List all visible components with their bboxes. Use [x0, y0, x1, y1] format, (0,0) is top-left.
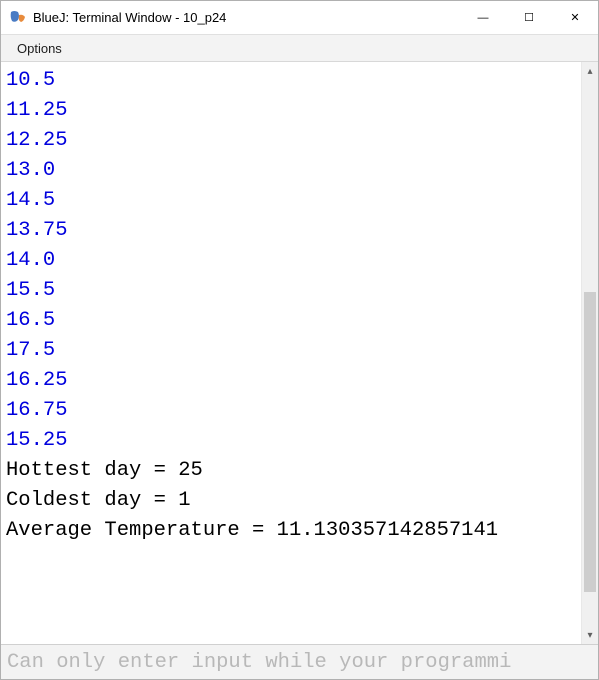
terminal-line: 16.5 — [6, 306, 576, 336]
close-icon: ✕ — [570, 11, 579, 24]
terminal-line: Hottest day = 25 — [6, 456, 576, 486]
vertical-scrollbar[interactable]: ▴ ▾ — [581, 62, 598, 644]
terminal-line: 13.75 — [6, 216, 576, 246]
close-button[interactable]: ✕ — [552, 1, 598, 34]
maximize-icon: ☐ — [524, 11, 534, 24]
terminal-line: Average Temperature = 11.130357142857141 — [6, 516, 576, 546]
scroll-thumb[interactable] — [584, 292, 596, 592]
terminal-area[interactable]: 10.511.2512.2513.014.513.7514.015.516.51… — [1, 62, 581, 644]
terminal-line: 16.25 — [6, 366, 576, 396]
scroll-up-arrow[interactable]: ▴ — [582, 62, 598, 80]
menu-options[interactable]: Options — [11, 39, 68, 58]
terminal-line: 10.5 — [6, 66, 576, 96]
statusbar: Can only enter input while your programm… — [1, 644, 598, 679]
terminal-line: 15.5 — [6, 276, 576, 306]
titlebar: BlueJ: Terminal Window - 10_p24 — ☐ ✕ — [1, 1, 598, 35]
terminal-line: Coldest day = 1 — [6, 486, 576, 516]
app-icon — [9, 9, 27, 27]
minimize-button[interactable]: — — [460, 1, 506, 34]
terminal-line: 16.75 — [6, 396, 576, 426]
terminal-content: 10.511.2512.2513.014.513.7514.015.516.51… — [1, 62, 581, 550]
terminal-line: 14.5 — [6, 186, 576, 216]
terminal-line: 12.25 — [6, 126, 576, 156]
terminal-line: 11.25 — [6, 96, 576, 126]
menubar: Options — [1, 35, 598, 62]
main-area: 10.511.2512.2513.014.513.7514.015.516.51… — [1, 62, 598, 644]
terminal-line: 17.5 — [6, 336, 576, 366]
terminal-line: 13.0 — [6, 156, 576, 186]
terminal-line: 15.25 — [6, 426, 576, 456]
terminal-line: 14.0 — [6, 246, 576, 276]
window-controls: — ☐ ✕ — [460, 1, 598, 34]
scroll-down-arrow[interactable]: ▾ — [582, 626, 598, 644]
minimize-icon: — — [478, 12, 489, 24]
status-text: Can only enter input while your programm… — [7, 651, 511, 674]
window-title: BlueJ: Terminal Window - 10_p24 — [33, 10, 460, 25]
maximize-button[interactable]: ☐ — [506, 1, 552, 34]
